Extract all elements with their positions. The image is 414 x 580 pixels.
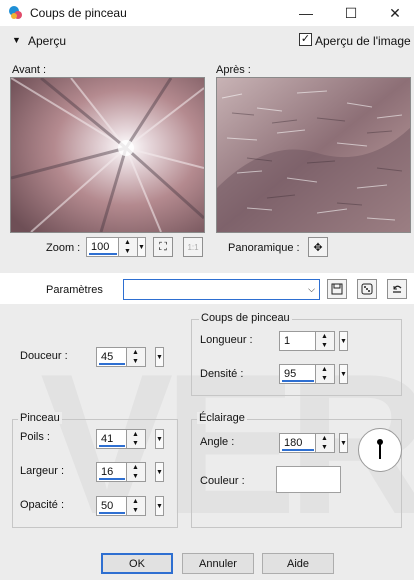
spin-down-icon[interactable]: ▼ bbox=[321, 342, 328, 349]
douceur-stepper[interactable]: 45 ▲ ▼ bbox=[96, 347, 146, 367]
spin-up-icon[interactable]: ▲ bbox=[321, 366, 328, 373]
width-stepper[interactable]: 16 ▲ ▼ bbox=[96, 462, 146, 482]
pan-label: Panoramique : bbox=[228, 242, 300, 254]
douceur-dropdown-button[interactable]: ▼ bbox=[155, 347, 164, 367]
spin-down-icon[interactable]: ▼ bbox=[321, 375, 328, 382]
spin-down-icon[interactable]: ▼ bbox=[124, 248, 131, 255]
angle-dropdown-button[interactable]: ▼ bbox=[339, 433, 348, 453]
zoom-underline bbox=[89, 253, 117, 255]
width-value: 16 bbox=[101, 466, 114, 478]
density-spin-arrows[interactable]: ▲ ▼ bbox=[315, 365, 334, 383]
color-label: Couleur : bbox=[200, 475, 245, 487]
spin-up-icon[interactable]: ▲ bbox=[124, 239, 131, 246]
angle-label: Angle : bbox=[200, 436, 235, 448]
angle-value: 180 bbox=[284, 437, 303, 449]
zoom-stepper[interactable]: 100 ▲ ▼ bbox=[86, 237, 138, 257]
opacity-stepper[interactable]: 50 ▲ ▼ bbox=[96, 496, 146, 516]
spin-up-icon[interactable]: ▲ bbox=[132, 464, 139, 471]
length-dropdown-button[interactable]: ▼ bbox=[339, 331, 348, 351]
opacity-underline bbox=[99, 512, 125, 514]
angle-stepper[interactable]: 180 ▲ ▼ bbox=[279, 433, 335, 453]
width-spin-arrows[interactable]: ▲ ▼ bbox=[126, 463, 145, 481]
length-label: Longueur : bbox=[200, 334, 253, 346]
reset-default-icon[interactable] bbox=[387, 279, 407, 299]
opacity-dropdown-button[interactable]: ▼ bbox=[155, 496, 164, 516]
density-value: 95 bbox=[284, 368, 297, 380]
length-value: 1 bbox=[284, 335, 291, 347]
douceur-value: 45 bbox=[101, 351, 114, 363]
light-color-swatch[interactable] bbox=[276, 466, 341, 493]
bristles-spin-arrows[interactable]: ▲ ▼ bbox=[126, 430, 145, 448]
angle-spin-arrows[interactable]: ▲ ▼ bbox=[315, 434, 334, 452]
zoom-dropdown-button[interactable]: ▼ bbox=[137, 237, 146, 257]
angle-underline bbox=[282, 449, 314, 451]
spin-down-icon[interactable]: ▼ bbox=[321, 444, 328, 451]
spin-up-icon[interactable]: ▲ bbox=[132, 498, 139, 505]
density-stepper[interactable]: 95 ▲ ▼ bbox=[279, 364, 335, 384]
width-dropdown-button[interactable]: ▼ bbox=[155, 462, 164, 482]
spin-up-icon[interactable]: ▲ bbox=[321, 435, 328, 442]
bristles-dropdown-button[interactable]: ▼ bbox=[155, 429, 164, 449]
angle-dial[interactable] bbox=[358, 428, 402, 472]
width-label: Largeur : bbox=[20, 465, 65, 477]
maximize-button[interactable]: ☐ bbox=[336, 3, 366, 23]
spin-up-icon[interactable]: ▲ bbox=[321, 333, 328, 340]
density-underline bbox=[282, 380, 314, 382]
ok-button[interactable]: OK bbox=[101, 553, 173, 574]
bristles-underline bbox=[99, 445, 125, 447]
preview-toggle-label[interactable]: Aperçu bbox=[28, 34, 66, 48]
bristles-label: Poils : bbox=[20, 431, 50, 443]
density-label: Densité : bbox=[200, 368, 244, 380]
zoom-label: Zoom : bbox=[46, 242, 81, 254]
parameters-select[interactable]: ⌵ bbox=[123, 279, 320, 300]
density-dropdown-button[interactable]: ▼ bbox=[339, 364, 348, 384]
parameters-label: Paramètres bbox=[46, 284, 103, 296]
after-preview-image[interactable] bbox=[216, 77, 411, 233]
pan-move-icon[interactable]: ✥ bbox=[308, 237, 328, 257]
douceur-spin-arrows[interactable]: ▲ ▼ bbox=[126, 348, 145, 366]
paintshop-app-icon bbox=[8, 5, 24, 21]
bristles-value: 41 bbox=[101, 433, 114, 445]
douceur-underline bbox=[99, 363, 125, 365]
help-button[interactable]: Aide bbox=[262, 553, 334, 574]
opacity-spin-arrows[interactable]: ▲ ▼ bbox=[126, 497, 145, 515]
preview-image-checkbox[interactable]: ✓ bbox=[299, 33, 312, 46]
length-stepper[interactable]: 1 ▲ ▼ bbox=[279, 331, 335, 351]
spin-down-icon[interactable]: ▼ bbox=[132, 507, 139, 514]
spin-down-icon[interactable]: ▼ bbox=[132, 473, 139, 480]
before-label: Avant : bbox=[12, 64, 47, 76]
zoom-spin-arrows[interactable]: ▲ ▼ bbox=[118, 238, 137, 256]
length-spin-arrows[interactable]: ▲ ▼ bbox=[315, 332, 334, 350]
zoom-value: 100 bbox=[91, 241, 110, 253]
zoom-one-to-one-icon[interactable]: 1:1 bbox=[183, 237, 203, 257]
douceur-label: Douceur : bbox=[20, 350, 68, 362]
width-underline bbox=[99, 478, 125, 480]
close-button[interactable]: ✕ bbox=[380, 3, 410, 23]
random-dice-icon[interactable] bbox=[357, 279, 377, 299]
minimize-button[interactable]: — bbox=[291, 3, 321, 23]
preview-image-checkbox-label[interactable]: Aperçu de l'image bbox=[315, 34, 411, 48]
collapse-triangle-icon[interactable]: ▼ bbox=[12, 35, 21, 45]
chevron-down-icon: ⌵ bbox=[308, 284, 315, 294]
bristles-stepper[interactable]: 41 ▲ ▼ bbox=[96, 429, 146, 449]
before-preview-image[interactable] bbox=[10, 77, 205, 233]
brush-group-title: Pinceau bbox=[18, 412, 62, 424]
spin-up-icon[interactable]: ▲ bbox=[132, 349, 139, 356]
spin-up-icon[interactable]: ▲ bbox=[132, 431, 139, 438]
spin-down-icon[interactable]: ▼ bbox=[132, 358, 139, 365]
opacity-label: Opacité : bbox=[20, 499, 65, 511]
after-label: Après : bbox=[216, 64, 251, 76]
spin-down-icon[interactable]: ▼ bbox=[132, 440, 139, 447]
zoom-fit-icon[interactable]: ⛶ bbox=[153, 237, 173, 257]
lighting-group-title: Éclairage bbox=[197, 412, 247, 424]
window-title: Coups de pinceau bbox=[30, 6, 127, 20]
cancel-button[interactable]: Annuler bbox=[182, 553, 254, 574]
brushstrokes-group-title: Coups de pinceau bbox=[199, 312, 292, 324]
opacity-value: 50 bbox=[101, 500, 114, 512]
save-preset-icon[interactable] bbox=[327, 279, 347, 299]
